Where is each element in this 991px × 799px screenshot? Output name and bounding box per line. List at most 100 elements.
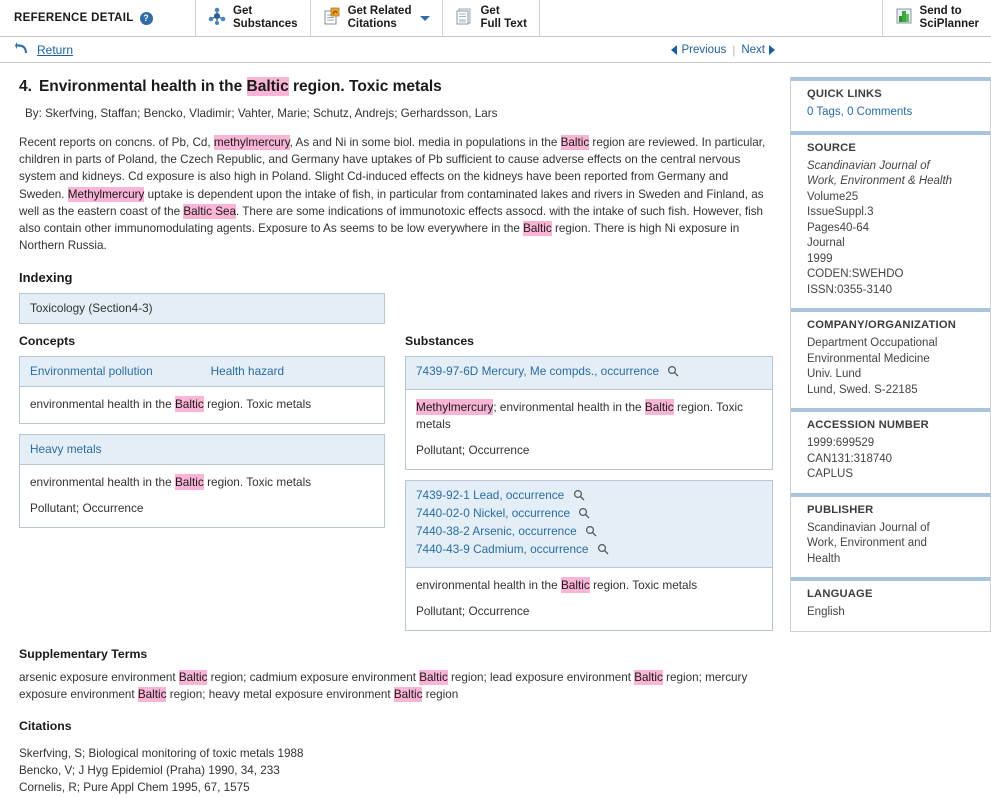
indexing-section-value: Toxicology (Section4-3) xyxy=(20,294,384,324)
sidebar-value: Health xyxy=(807,552,841,565)
sidebar-value: Univ. Lund xyxy=(807,368,862,380)
page-title-label: REFERENCE DETAIL xyxy=(14,12,134,24)
return-arrow-icon xyxy=(14,41,29,58)
sidebar-section: ACCESSION NUMBER 1999:699529 CAN131:318740… xyxy=(791,412,990,493)
page-icon xyxy=(455,7,473,30)
concept-group-body: environmental health in the Baltic regio… xyxy=(20,465,384,527)
sidebar-section: LANGUAGE English xyxy=(791,581,990,631)
magnifier-icon[interactable] xyxy=(667,365,679,381)
concept-detail-line: environmental health in the Baltic regio… xyxy=(30,396,312,413)
get-related-citations-button[interactable]: Get Related Citations xyxy=(311,0,444,36)
sidebar-value: CODEN:SWEHDO xyxy=(807,268,904,280)
substance-group-header: 7439-97-6D Mercury, Me compds., occurren… xyxy=(406,357,772,391)
highlighted-term: Baltic Sea xyxy=(183,203,236,219)
sidebar-section: QUICK LINKS 0 Tags, 0 Comments xyxy=(791,81,990,131)
record-abstract: Recent reports on concns. of Pb, Cd, met… xyxy=(19,135,766,253)
substances-heading: Substances xyxy=(405,334,475,349)
magnifier-icon[interactable] xyxy=(573,489,585,505)
sidebar-section-heading: ACCESSION NUMBER xyxy=(807,419,929,431)
concept-group-header: Environmental pollution Health hazard xyxy=(20,357,384,388)
documents-icon xyxy=(323,7,341,30)
highlighted-term: Baltic xyxy=(644,399,674,416)
substance-detail-line: Pollutant; Occurrence xyxy=(416,604,530,619)
send-to-sciplanner-label: Send to SciPlanner xyxy=(919,5,979,30)
content-area: 4. Environmental health in the Baltic reg… xyxy=(0,63,991,796)
substances-list: 7439-97-6D Mercury, Me compds., occurren… xyxy=(405,356,773,632)
sub-navigation-bar: Return Previous | Next xyxy=(0,37,991,63)
next-arrow-icon[interactable] xyxy=(769,44,775,55)
concept-term-link[interactable]: Health hazard xyxy=(211,364,284,378)
sidebar-section: COMPANY/ORGANIZATION Department Occupatio… xyxy=(791,312,990,408)
cas-registry-number-link[interactable]: 7439-92-1 xyxy=(416,488,470,502)
concept-term-link[interactable]: Environmental pollution xyxy=(30,364,153,378)
sciplanner-icon xyxy=(895,7,913,30)
highlighted-term: Baltic xyxy=(178,670,208,686)
indexing-heading: Indexing xyxy=(19,270,73,286)
concept-term-link[interactable]: Heavy metals xyxy=(30,442,101,456)
sidebar-value: Environmental Medicine xyxy=(807,352,930,365)
sidebar-panel: QUICK LINKS 0 Tags, 0 Comments SOURCE Scand… xyxy=(790,77,991,632)
chevron-down-icon[interactable] xyxy=(420,15,431,21)
sidebar-value: Scandinavian Journal of xyxy=(807,521,930,534)
concepts-heading: Concepts xyxy=(19,334,76,349)
main-column: 4. Environmental health in the Baltic reg… xyxy=(0,63,790,796)
highlighted-term: Baltic xyxy=(137,687,167,703)
highlighted-term: Methylmercury xyxy=(67,186,145,202)
previous-button[interactable]: Previous xyxy=(681,44,726,56)
sidebar-section-heading: QUICK LINKS xyxy=(807,88,882,100)
concept-group: Environmental pollution Health hazard envi… xyxy=(19,356,385,425)
substance-group: 7439-92-1 Lead, occurrence 7440-02-0 Nic… xyxy=(405,480,773,632)
magnifier-icon[interactable] xyxy=(578,507,590,523)
sidebar-value: Volume25 xyxy=(807,190,859,203)
sidebar-section-heading: SOURCE xyxy=(807,141,857,154)
record-number: 4. xyxy=(19,78,32,95)
return-label: Return xyxy=(37,42,74,57)
substance-entry: 7439-97-6D Mercury, Me compds., occurren… xyxy=(416,364,762,381)
send-to-sciplanner-button[interactable]: Send to SciPlanner xyxy=(883,0,991,36)
highlighted-term: Baltic xyxy=(246,77,289,96)
molecule-icon xyxy=(208,7,226,30)
sidebar-value: Lund, Swed. S-22185 xyxy=(807,383,918,396)
cas-registry-number-link[interactable]: 7440-43-9 xyxy=(416,542,470,556)
pager-separator: | xyxy=(732,42,736,57)
sidebar-value: 1999 xyxy=(807,252,833,265)
sidebar-value: CAPLUS xyxy=(807,468,854,480)
return-link[interactable]: Return xyxy=(14,41,73,58)
substance-detail-line: Pollutant; Occurrence xyxy=(416,443,530,458)
get-full-text-button[interactable]: Get Full Text xyxy=(443,0,540,36)
indexing-box: Toxicology (Section4-3) xyxy=(19,293,385,325)
get-full-text-label: Get Full Text xyxy=(480,5,527,30)
record-title-text: Environmental health in the Baltic regio… xyxy=(38,77,442,96)
concepts-column: Concepts Environmental pollution Health h… xyxy=(19,334,385,538)
toolbar-spacer xyxy=(540,0,883,36)
sidebar-section-heading: PUBLISHER xyxy=(807,503,874,516)
magnifier-icon[interactable] xyxy=(585,525,597,541)
sidebar-link[interactable]: 0 Tags, 0 Comments xyxy=(807,105,978,121)
cas-registry-number-link[interactable]: 7439-97-6D xyxy=(416,364,478,378)
substance-group-body: environmental health in the Baltic regio… xyxy=(406,568,772,630)
cas-registry-number-link[interactable]: 7440-02-0 xyxy=(416,506,470,520)
magnifier-icon[interactable] xyxy=(597,543,609,559)
next-button[interactable]: Next xyxy=(741,44,765,56)
substance-entry: 7440-43-9 Cadmium, occurrence xyxy=(416,542,762,559)
get-related-citations-label: Get Related Citations xyxy=(347,5,412,30)
cas-registry-number-link[interactable]: 7440-38-2 xyxy=(416,524,470,538)
previous-arrow-icon[interactable] xyxy=(671,44,678,55)
sidebar-value: Department Occupational xyxy=(807,337,938,349)
get-substances-button[interactable]: Get Substances xyxy=(196,0,311,36)
record-title: 4. Environmental health in the Baltic reg… xyxy=(19,77,776,97)
highlighted-term: Methylmercury xyxy=(416,399,494,416)
highlighted-term: methylmercury xyxy=(213,135,290,150)
concept-group-header: Heavy metals xyxy=(20,435,384,466)
highlighted-term: Baltic xyxy=(393,687,423,703)
help-icon[interactable]: ? xyxy=(139,11,153,25)
sidebar-section-heading: COMPANY/ORGANIZATION xyxy=(807,319,957,331)
supplementary-terms-heading: Supplementary Terms xyxy=(19,647,148,662)
highlighted-term: Baltic xyxy=(174,474,204,491)
highlighted-term: Baltic xyxy=(634,670,663,686)
citations-list: Skerfving, S; Biological monitoring of t… xyxy=(19,745,776,796)
sidebar-value: ISSN:0355-3140 xyxy=(807,283,893,296)
highlighted-term: Baltic xyxy=(523,221,552,237)
sidebar-value: Work, Environment and xyxy=(807,537,927,549)
right-sidebar: QUICK LINKS 0 Tags, 0 Comments SOURCE Scand… xyxy=(790,63,991,632)
